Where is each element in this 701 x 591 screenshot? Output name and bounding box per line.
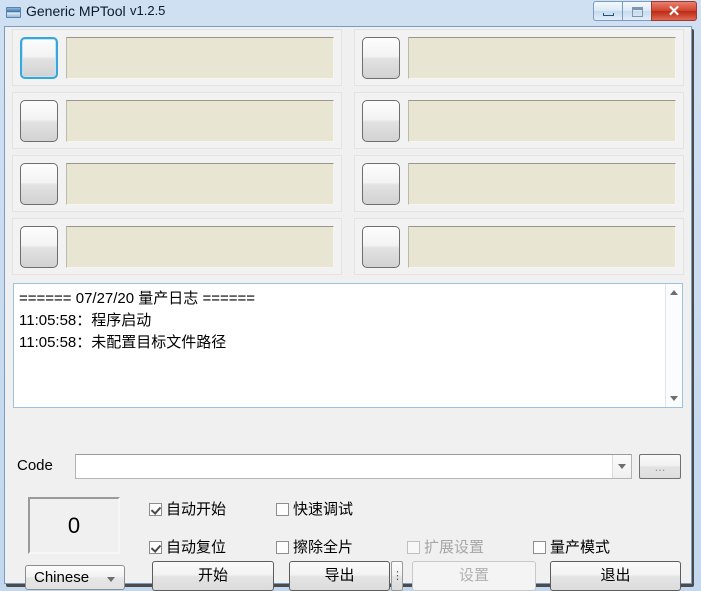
slot-5-select-button[interactable] <box>362 37 400 79</box>
device-slot-grid <box>12 29 684 279</box>
maximize-button[interactable] <box>622 1 651 21</box>
minimize-icon <box>603 13 614 16</box>
language-combobox[interactable]: Chinese <box>25 565 125 590</box>
exit-button[interactable]: 退出 <box>550 561 681 591</box>
chevron-down-icon <box>618 464 626 469</box>
device-slot-6[interactable] <box>354 92 684 149</box>
checkbox-extended-settings-label: 扩展设置 <box>424 539 485 556</box>
client-area: ====== 07/27/20 量产日志 ====== 11:05:58：程序启… <box>4 26 692 591</box>
checkbox-extended-settings: 扩展设置 <box>407 536 484 557</box>
window-title: Generic MPTool <box>26 3 126 19</box>
device-slot-3[interactable] <box>12 155 342 212</box>
slot-6-status-field <box>408 100 676 142</box>
checkbox-erase-all-label: 擦除全片 <box>293 539 354 556</box>
scroll-down-button[interactable] <box>666 390 683 407</box>
slot-2-status-field <box>66 100 334 142</box>
log-scrollbar[interactable] <box>665 284 682 407</box>
slot-7-select-button[interactable] <box>362 163 400 205</box>
code-label: Code <box>17 457 53 474</box>
slot-1-select-button[interactable] <box>20 37 58 79</box>
slot-8-select-button[interactable] <box>362 226 400 268</box>
device-slot-4[interactable] <box>12 218 342 275</box>
browse-button[interactable]: ... <box>639 454 681 479</box>
checkbox-box-icon <box>276 541 289 554</box>
checkbox-quick-debug-label: 快速调试 <box>293 501 354 518</box>
title-bar: Generic MPTool v1.2.5 ✕ <box>0 0 701 24</box>
app-icon <box>6 7 21 18</box>
device-slot-8[interactable] <box>354 218 684 275</box>
log-panel[interactable]: ====== 07/27/20 量产日志 ====== 11:05:58：程序启… <box>13 283 683 408</box>
slot-2-select-button[interactable] <box>20 100 58 142</box>
slot-7-status-field <box>408 163 676 205</box>
checkbox-erase-all[interactable]: 擦除全片 <box>276 536 353 557</box>
checkbox-box-icon <box>276 503 289 516</box>
slot-4-status-field <box>66 226 334 268</box>
device-slot-2[interactable] <box>12 92 342 149</box>
app-window: Generic MPTool v1.2.5 ✕ ====== 07/27/20 … <box>0 0 701 591</box>
checkbox-auto-reset-label: 自动复位 <box>166 539 227 556</box>
checkbox-box-icon <box>533 541 546 554</box>
checkbox-box-icon <box>149 503 162 516</box>
minimize-button[interactable] <box>593 1 622 21</box>
maximize-icon <box>632 7 643 17</box>
scroll-up-button[interactable] <box>666 284 683 301</box>
slot-5-status-field <box>408 37 676 79</box>
slot-3-select-button[interactable] <box>20 163 58 205</box>
code-dropdown-button[interactable] <box>612 455 631 478</box>
device-slot-1[interactable] <box>12 29 342 86</box>
checkbox-box-icon <box>149 541 162 554</box>
device-slot-5[interactable] <box>354 29 684 86</box>
slot-6-select-button[interactable] <box>362 100 400 142</box>
language-value: Chinese <box>34 569 90 586</box>
checkbox-auto-start-label: 自动开始 <box>166 501 227 518</box>
close-icon: ✕ <box>667 3 681 20</box>
device-slot-7[interactable] <box>354 155 684 212</box>
checkbox-production-mode[interactable]: 量产模式 <box>533 536 610 557</box>
checkbox-production-mode-label: 量产模式 <box>550 539 611 556</box>
code-combobox[interactable] <box>75 454 632 479</box>
start-button[interactable]: 开始 <box>152 561 274 591</box>
window-version: v1.2.5 <box>130 3 166 18</box>
settings-button: 设置 <box>412 561 536 591</box>
export-more-button[interactable]: ⋮ <box>391 561 403 591</box>
slot-1-status-field <box>66 37 334 79</box>
window-controls: ✕ <box>593 1 697 22</box>
log-text: ====== 07/27/20 量产日志 ====== 11:05:58：程序启… <box>19 290 256 351</box>
triangle-down-icon <box>670 396 678 401</box>
triangle-up-icon <box>670 290 678 295</box>
checkbox-auto-reset[interactable]: 自动复位 <box>149 536 226 557</box>
slot-4-select-button[interactable] <box>20 226 58 268</box>
counter-display: 0 <box>28 497 120 554</box>
checkbox-box-icon <box>407 541 420 554</box>
close-button[interactable]: ✕ <box>651 1 697 21</box>
slot-3-status-field <box>66 163 334 205</box>
slot-8-status-field <box>408 226 676 268</box>
chevron-down-icon <box>107 577 115 582</box>
export-button[interactable]: 导出 <box>289 561 390 591</box>
checkbox-auto-start[interactable]: 自动开始 <box>149 498 226 519</box>
checkbox-quick-debug[interactable]: 快速调试 <box>276 498 353 519</box>
